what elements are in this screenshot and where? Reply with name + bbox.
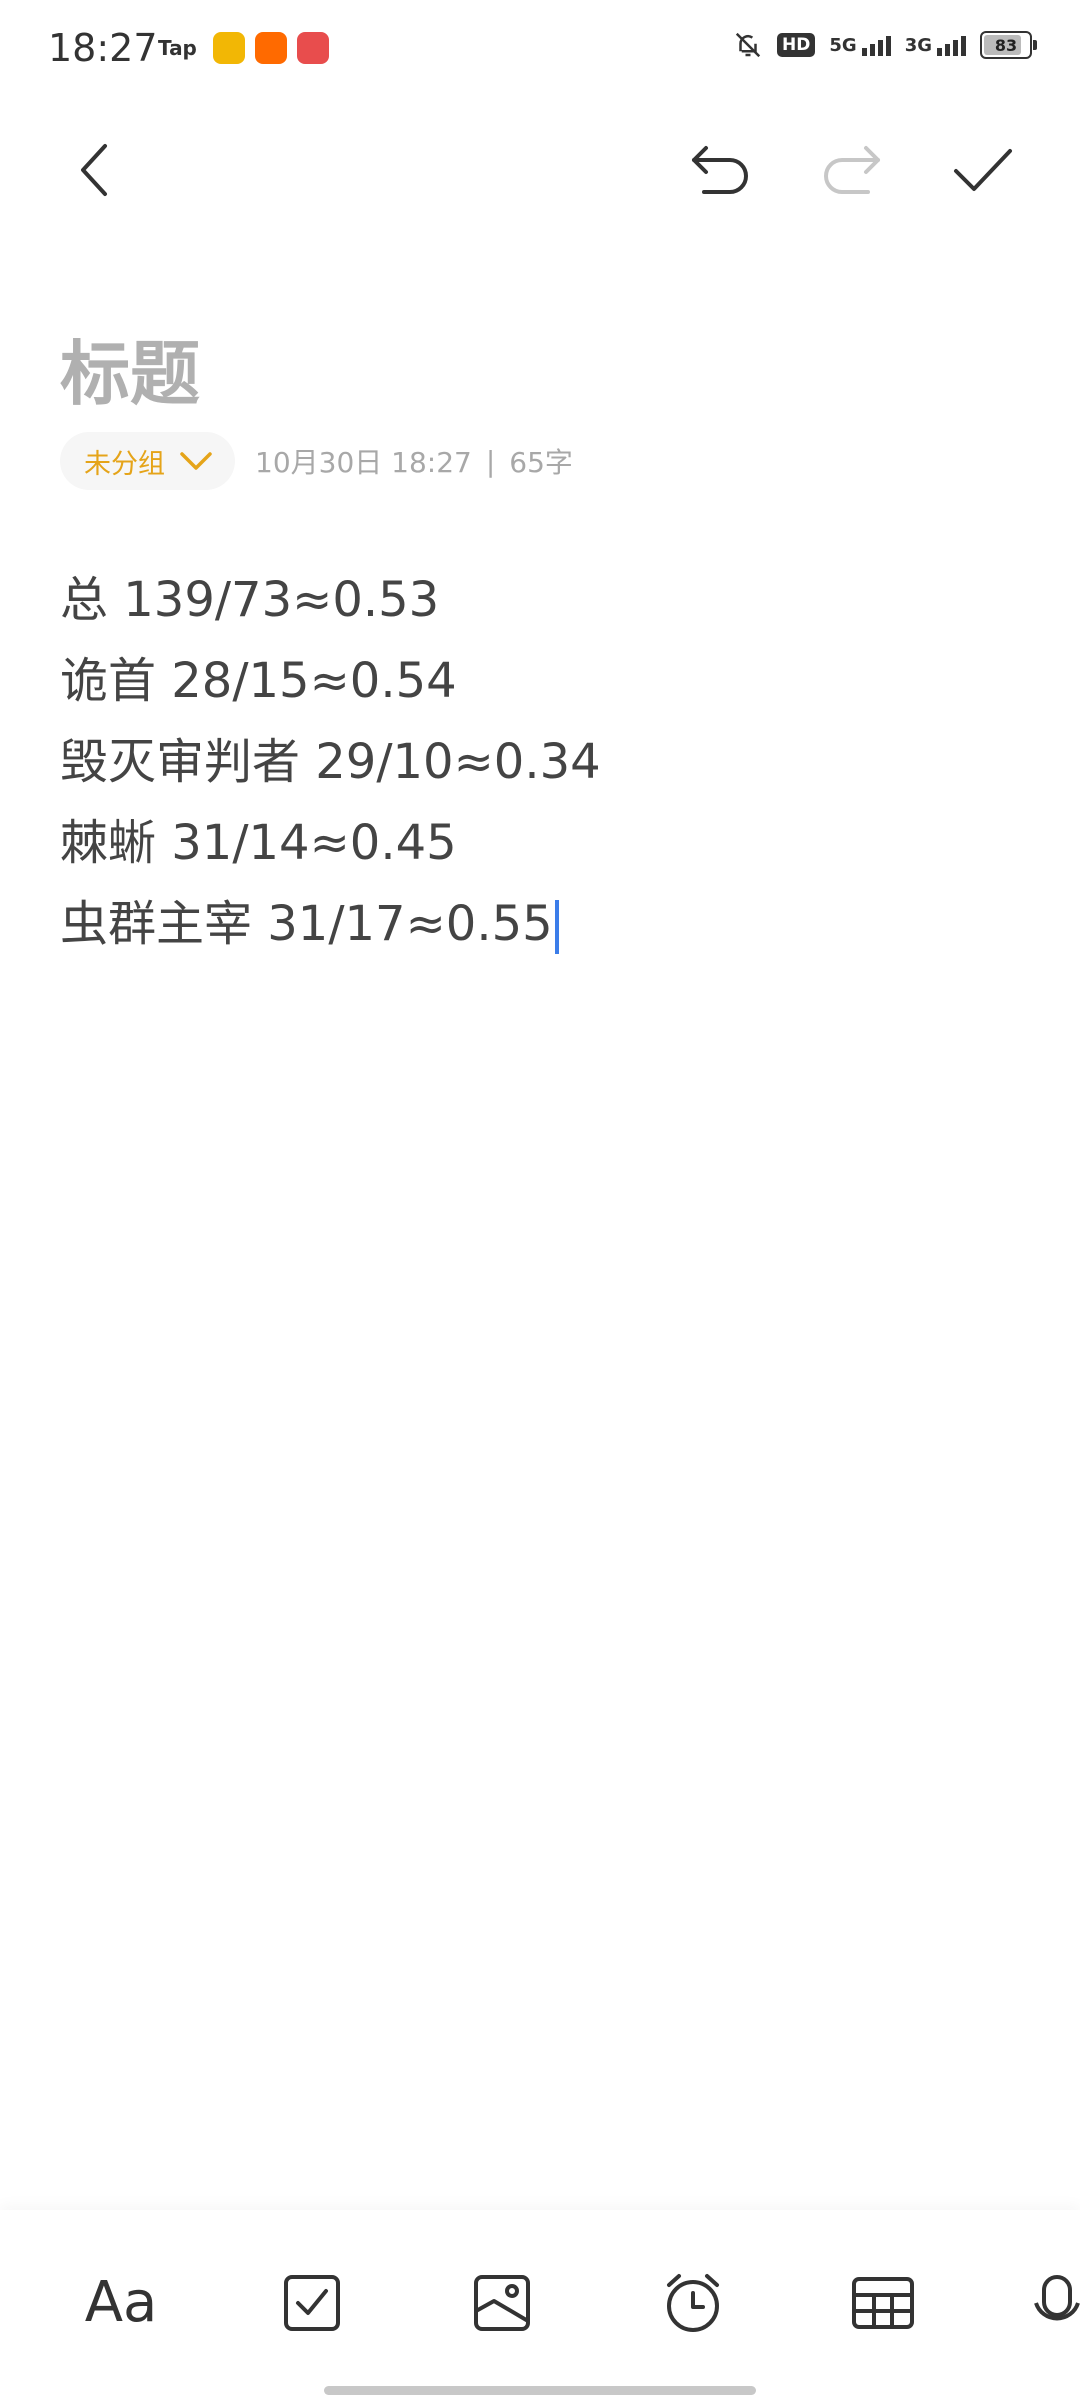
text-format-button[interactable]: Aa	[66, 2255, 176, 2350]
done-button[interactable]	[938, 125, 1028, 215]
status-time: 18:27	[48, 26, 158, 70]
app-notification-icon	[212, 32, 245, 64]
group-selector[interactable]: 未分组	[60, 432, 235, 490]
text-format-label: Aa	[84, 2270, 158, 2335]
hd-badge: HD	[777, 33, 816, 57]
table-icon	[852, 2276, 914, 2329]
app-notification-icon	[296, 32, 329, 64]
check-icon	[954, 149, 1012, 191]
net-3g-label: 3G	[904, 34, 932, 56]
image-icon	[474, 2274, 530, 2331]
table-button[interactable]	[828, 2255, 938, 2350]
meta-separator: |	[485, 444, 496, 478]
undo-button[interactable]	[676, 125, 766, 215]
chevron-down-icon	[180, 452, 212, 470]
chevron-left-icon	[81, 144, 107, 196]
checklist-icon	[284, 2274, 340, 2331]
status-app-icons: Tap	[158, 32, 329, 64]
note-line[interactable]: 棘蜥 31/14≈0.45	[60, 803, 1020, 884]
note-body-editor[interactable]: 总 139/73≈0.53 诡首 28/15≈0.54 毁灭审判者 29/10≈…	[60, 560, 1020, 965]
voice-button[interactable]	[1030, 2255, 1080, 2350]
group-label: 未分组	[84, 448, 165, 480]
bell-muted-icon	[735, 32, 761, 58]
note-line[interactable]: 诡首 28/15≈0.54	[60, 641, 1020, 722]
redo-button[interactable]	[806, 125, 896, 215]
voice-icon	[1034, 2274, 1080, 2320]
battery-icon: 83	[980, 31, 1037, 59]
redo-icon	[824, 146, 880, 194]
note-line[interactable]: 毁灭审判者 29/10≈0.34	[60, 722, 1020, 803]
note-timestamp: 10月30日 18:27	[255, 446, 472, 479]
checklist-button[interactable]	[257, 2255, 367, 2350]
signal-3g-icon: 3G	[905, 35, 966, 56]
note-line-last[interactable]: 虫群主宰 31/17≈0.55	[60, 884, 1020, 965]
note-line-text: 虫群主宰 31/17≈0.55	[60, 896, 553, 952]
alarm-button[interactable]	[638, 2255, 748, 2350]
note-line[interactable]: 总 139/73≈0.53	[60, 560, 1020, 641]
back-button[interactable]	[50, 125, 140, 215]
app-notification-icon	[254, 32, 287, 64]
text-cursor	[554, 900, 559, 954]
image-button[interactable]	[447, 2255, 557, 2350]
word-count: 65字	[509, 446, 573, 479]
status-bar: 18:27 Tap HD 5G 3G 83	[0, 0, 1080, 100]
battery-level: 83	[994, 35, 1018, 55]
alarm-icon	[667, 2273, 719, 2332]
tap-app-label: Tap	[158, 36, 197, 60]
note-meta: 未分组 10月30日 18:27 | 65字	[60, 432, 573, 490]
note-title-input[interactable]: 标题	[60, 318, 200, 419]
net-5g-label: 5G	[829, 34, 857, 56]
home-indicator[interactable]	[324, 2386, 756, 2395]
status-right: HD 5G 3G 83	[733, 30, 1037, 60]
undo-icon	[692, 146, 748, 194]
signal-5g-icon: 5G	[829, 34, 891, 56]
